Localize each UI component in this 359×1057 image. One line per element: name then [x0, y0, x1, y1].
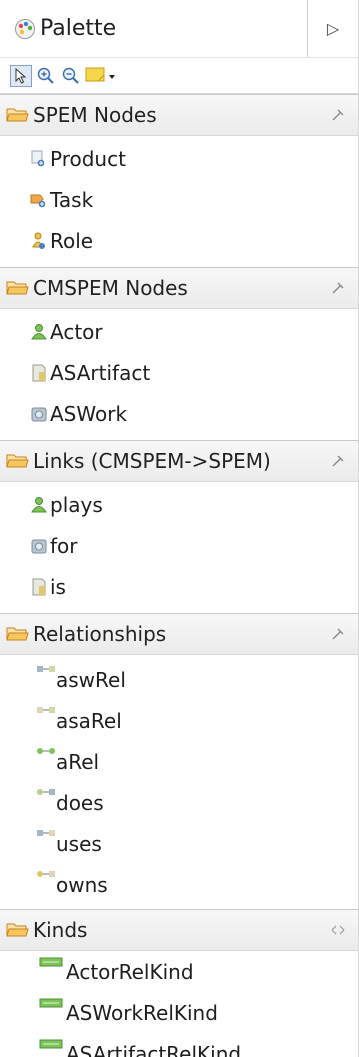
drawer-header-kinds[interactable]: Kinds [0, 909, 358, 951]
zoom-out-icon[interactable] [60, 65, 82, 87]
drawer-entries: plays for is [0, 482, 358, 613]
entry-label: ASArtifactRelKind [66, 1041, 242, 1057]
relation-icon [36, 705, 56, 725]
drawer-title: Relationships [33, 622, 167, 646]
work-icon [30, 536, 48, 556]
work-icon [30, 404, 48, 424]
palette-entry-role[interactable]: Role [0, 220, 358, 261]
palette-entry-for[interactable]: for [0, 525, 358, 566]
drawer-header-cmspem-nodes[interactable]: CMSPEM Nodes [0, 267, 358, 309]
collapse-arrow-icon: ▷ [326, 19, 340, 38]
entry-label: does [56, 790, 104, 815]
drawer-entries: Actor ASArtifact ASWork [0, 309, 358, 440]
task-icon [30, 190, 48, 210]
entry-label: ASWork [50, 401, 128, 426]
entry-label: Product [50, 146, 126, 171]
drawer-cmspem-nodes: CMSPEM Nodes Actor ASArtifact ASWork [0, 267, 358, 440]
drawer-entries: ActorRelKind ASWorkRelKind ASArtifactRel… [0, 951, 358, 1057]
artifact-icon [30, 363, 48, 383]
drawer-header-spem-nodes[interactable]: SPEM Nodes [0, 94, 358, 136]
entry-label: aRel [56, 749, 100, 774]
kind-icon [38, 998, 64, 1018]
palette-entry-aswrel[interactable]: aswRel [0, 659, 358, 700]
pin-icon[interactable] [330, 280, 346, 296]
drawer-title: Links (CMSPEM->SPEM) [33, 449, 271, 473]
palette-entry-is[interactable]: is [0, 566, 358, 607]
open-folder-icon [6, 921, 30, 939]
palette-title: Palette [40, 16, 117, 41]
entry-label: ActorRelKind [66, 959, 194, 984]
relation-icon [36, 828, 56, 848]
palette-entry-asartifact[interactable]: ASArtifact [0, 352, 358, 393]
zoom-in-icon[interactable] [35, 65, 57, 87]
kind-icon [38, 1039, 64, 1057]
relation-icon [36, 746, 56, 766]
palette-entry-task[interactable]: Task [0, 179, 358, 220]
drawer-spem-nodes: SPEM Nodes Product Task Role [0, 94, 358, 267]
palette-entry-owns[interactable]: owns [0, 864, 358, 905]
drawer-title: CMSPEM Nodes [33, 276, 188, 300]
note-tool-dropdown[interactable] [85, 65, 116, 87]
entry-label: aswRel [56, 667, 126, 692]
palette-entry-asworkrelkind[interactable]: ASWorkRelKind [0, 992, 358, 1033]
note-icon [85, 65, 107, 87]
artifact-icon [30, 577, 48, 597]
entry-label: ASWorkRelKind [66, 1000, 218, 1025]
palette-entry-aswork[interactable]: ASWork [0, 393, 358, 434]
entry-label: Actor [50, 319, 103, 344]
role-icon [30, 231, 48, 251]
palette-entry-product[interactable]: Product [0, 138, 358, 179]
drawer-title: SPEM Nodes [33, 103, 157, 127]
entry-label: Role [50, 228, 94, 253]
palette-icon [14, 18, 36, 40]
drawer-relationships: Relationships aswRel asaRel aRel does us… [0, 613, 358, 909]
open-folder-icon [6, 279, 30, 297]
pin-icon[interactable] [330, 922, 346, 938]
palette-entry-arel[interactable]: aRel [0, 741, 358, 782]
palette-entry-does[interactable]: does [0, 782, 358, 823]
palette-entry-asarel[interactable]: asaRel [0, 700, 358, 741]
open-folder-icon [6, 452, 30, 470]
palette-entry-uses[interactable]: uses [0, 823, 358, 864]
palette-entry-actor[interactable]: Actor [0, 311, 358, 352]
palette-toolbar [0, 58, 358, 94]
open-folder-icon [6, 106, 30, 124]
palette-view: Palette ▷ SPEM Nodes Product Task Role C… [0, 0, 359, 1057]
kind-icon [38, 957, 64, 977]
palette-entry-asartifactrelkind[interactable]: ASArtifactRelKind [0, 1033, 358, 1057]
palette-header: Palette ▷ [0, 0, 358, 58]
entry-label: asaRel [56, 708, 122, 733]
relation-icon [36, 664, 56, 684]
product-icon [30, 149, 48, 169]
pin-icon[interactable] [330, 107, 346, 123]
palette-entry-actorrelkind[interactable]: ActorRelKind [0, 951, 358, 992]
relation-icon [36, 869, 56, 889]
entry-label: plays [50, 492, 103, 517]
open-folder-icon [6, 625, 30, 643]
select-icon[interactable] [10, 64, 32, 87]
drawer-header-links[interactable]: Links (CMSPEM->SPEM) [0, 440, 358, 482]
relation-icon [36, 787, 56, 807]
entry-label: owns [56, 872, 108, 897]
drawer-entries: Product Task Role [0, 136, 358, 267]
actor-icon [30, 322, 48, 342]
drawer-title: Kinds [33, 918, 88, 942]
entry-label: uses [56, 831, 102, 856]
drawer-kinds: Kinds ActorRelKind ASWorkRelKind ASArtif… [0, 909, 358, 1057]
entry-label: for [50, 533, 78, 558]
entry-label: ASArtifact [50, 360, 151, 385]
pin-icon[interactable] [330, 626, 346, 642]
actor-icon [30, 495, 48, 515]
entry-label: is [50, 574, 66, 599]
drawer-links: Links (CMSPEM->SPEM) plays for is [0, 440, 358, 613]
entry-label: Task [50, 187, 94, 212]
pin-icon[interactable] [330, 453, 346, 469]
chevron-down-icon [108, 66, 116, 85]
drawer-header-relationships[interactable]: Relationships [0, 613, 358, 655]
palette-entry-plays[interactable]: plays [0, 484, 358, 525]
collapse-palette-button[interactable]: ▷ [307, 0, 358, 57]
drawer-entries: aswRel asaRel aRel does uses owns [0, 655, 358, 909]
